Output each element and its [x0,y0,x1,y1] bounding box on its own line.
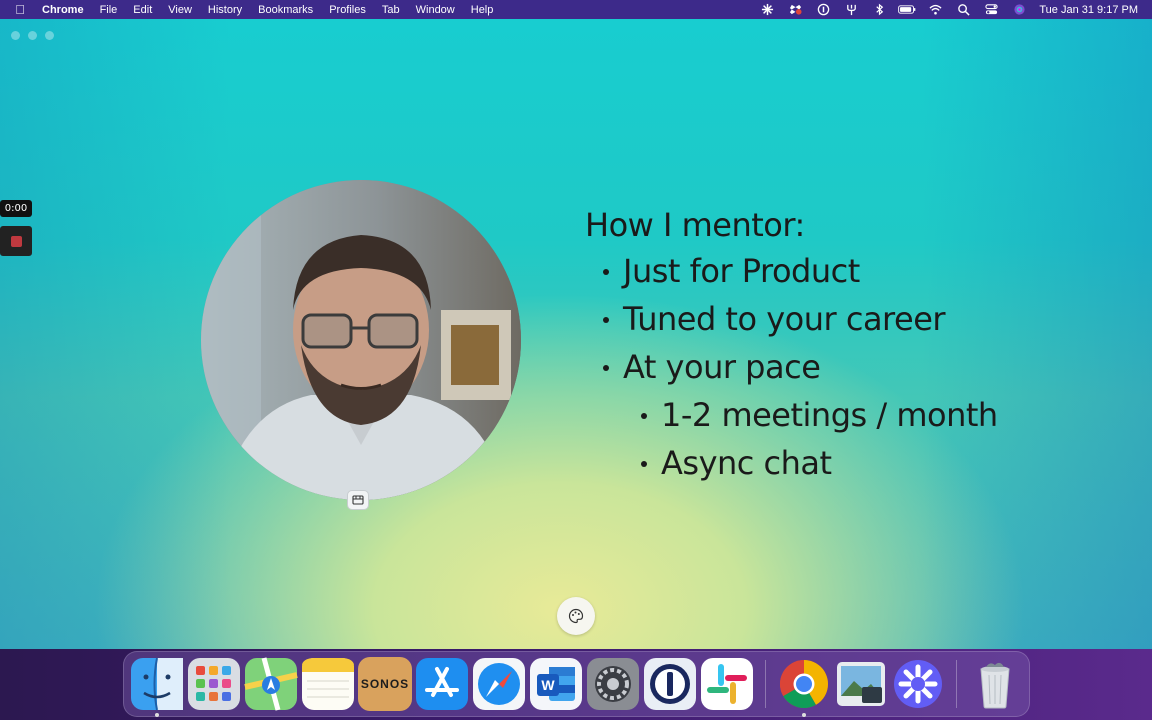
slide-bullet-list: Just for Product Tuned to your career At… [585,247,998,487]
battery-icon[interactable] [893,0,921,19]
background-palette-button[interactable] [557,597,595,635]
menu-history[interactable]: History [200,4,250,16]
dock-trash[interactable] [968,657,1022,711]
presentation-stage: 0:00 How I mentor: Just for Product Tune… [0,19,1152,649]
menu-app-name[interactable]: Chrome [40,4,92,16]
bullet-dot [641,461,647,467]
onepassword-status-icon[interactable] [809,0,837,19]
slide-sub-bullet: Async chat [585,439,998,487]
dock-notes[interactable] [301,657,355,711]
bullet-text: At your pace [623,348,821,386]
system-settings-icon [587,658,639,710]
dropbox-status-icon[interactable] [781,0,809,19]
wifi-icon[interactable] [921,0,949,19]
slide-bullet: Tuned to your career [585,295,998,343]
loom-status-icon[interactable] [753,0,781,19]
menubar-clock[interactable]: Tue Jan 31 9:17 PM [1033,4,1152,16]
menu-window[interactable]: Window [408,4,463,16]
slide-bullet: At your pace [585,343,998,391]
bullet-text: 1-2 meetings / month [661,396,998,434]
bluetooth-icon[interactable] [865,0,893,19]
dock-word[interactable]: W [529,657,583,711]
recording-timer: 0:00 [0,200,32,217]
1password-icon [644,658,696,710]
dock-finder[interactable] [130,657,184,717]
running-indicator [802,713,806,717]
control-center-icon[interactable] [977,0,1005,19]
dock-separator [765,660,766,708]
menu-edit[interactable]: Edit [125,4,160,16]
slide-sub-bullet: 1-2 meetings / month [585,391,998,439]
chrome-icon [779,660,828,709]
dock-preview[interactable] [834,657,888,711]
webcam-bubble[interactable] [201,180,521,500]
apple-menu-icon[interactable]:  [0,2,40,17]
menu-help[interactable]: Help [463,4,502,16]
webcam-bubble-toggle-button[interactable] [347,490,369,510]
window-minimize-button[interactable] [28,31,37,40]
bullet-dot [641,413,647,419]
menu-bar:  Chrome File Edit View History Bookmark… [0,0,1152,19]
window-close-button[interactable] [11,31,20,40]
bullet-text: Async chat [661,444,832,482]
dock-sonos[interactable]: SONOS [358,657,412,711]
dock-system-settings[interactable] [586,657,640,711]
bullet-text: Just for Product [623,252,860,290]
running-indicator [155,713,159,717]
trash-icon [980,662,1010,709]
bullet-dot [603,365,609,371]
dock-chrome[interactable] [777,657,831,717]
webcam-person-image [201,180,521,500]
window-traffic-lights [11,31,54,40]
slide-bullet: Just for Product [585,247,998,295]
notes-icon [302,658,354,710]
app-store-icon [416,658,468,710]
slide-content: How I mentor: Just for Product Tuned to … [585,203,998,487]
bullet-text: Tuned to your career [623,300,946,338]
dock-slack[interactable] [700,657,754,711]
menu-view[interactable]: View [160,4,200,16]
stop-recording-button[interactable] [0,226,32,256]
slack-icon [701,658,753,710]
svg-text:W: W [541,677,555,693]
dock-app-store[interactable] [415,657,469,711]
dock-maps[interactable] [244,657,298,711]
safari-icon [473,658,525,710]
bullet-dot [603,269,609,275]
menu-file[interactable]: File [92,4,126,16]
stop-icon [10,235,22,247]
launchpad-icon [188,658,240,710]
dock-safari[interactable] [472,657,526,711]
fork-status-icon[interactable] [837,0,865,19]
maps-icon [244,657,298,711]
menu-bookmarks[interactable]: Bookmarks [250,4,321,16]
dock-loom[interactable] [891,657,945,711]
spotlight-search-icon[interactable] [949,0,977,19]
dock-separator [956,660,957,708]
slide-heading: How I mentor: [585,206,805,244]
preview-icon [837,662,885,706]
window-zoom-button[interactable] [45,31,54,40]
palette-icon [568,608,584,624]
word-icon: W [530,658,582,710]
siri-icon[interactable] [1005,0,1033,19]
dock-1password[interactable] [643,657,697,711]
menu-tab[interactable]: Tab [374,4,408,16]
finder-icon [131,657,183,711]
dock: SONOS W [123,651,1030,717]
menu-profiles[interactable]: Profiles [321,4,374,16]
sonos-icon: SONOS [360,677,410,691]
loom-icon [894,660,942,708]
bubble-size-icon [352,495,364,505]
dock-launchpad[interactable] [187,657,241,711]
bullet-dot [603,317,609,323]
status-tray: Tue Jan 31 9:17 PM [753,0,1152,19]
